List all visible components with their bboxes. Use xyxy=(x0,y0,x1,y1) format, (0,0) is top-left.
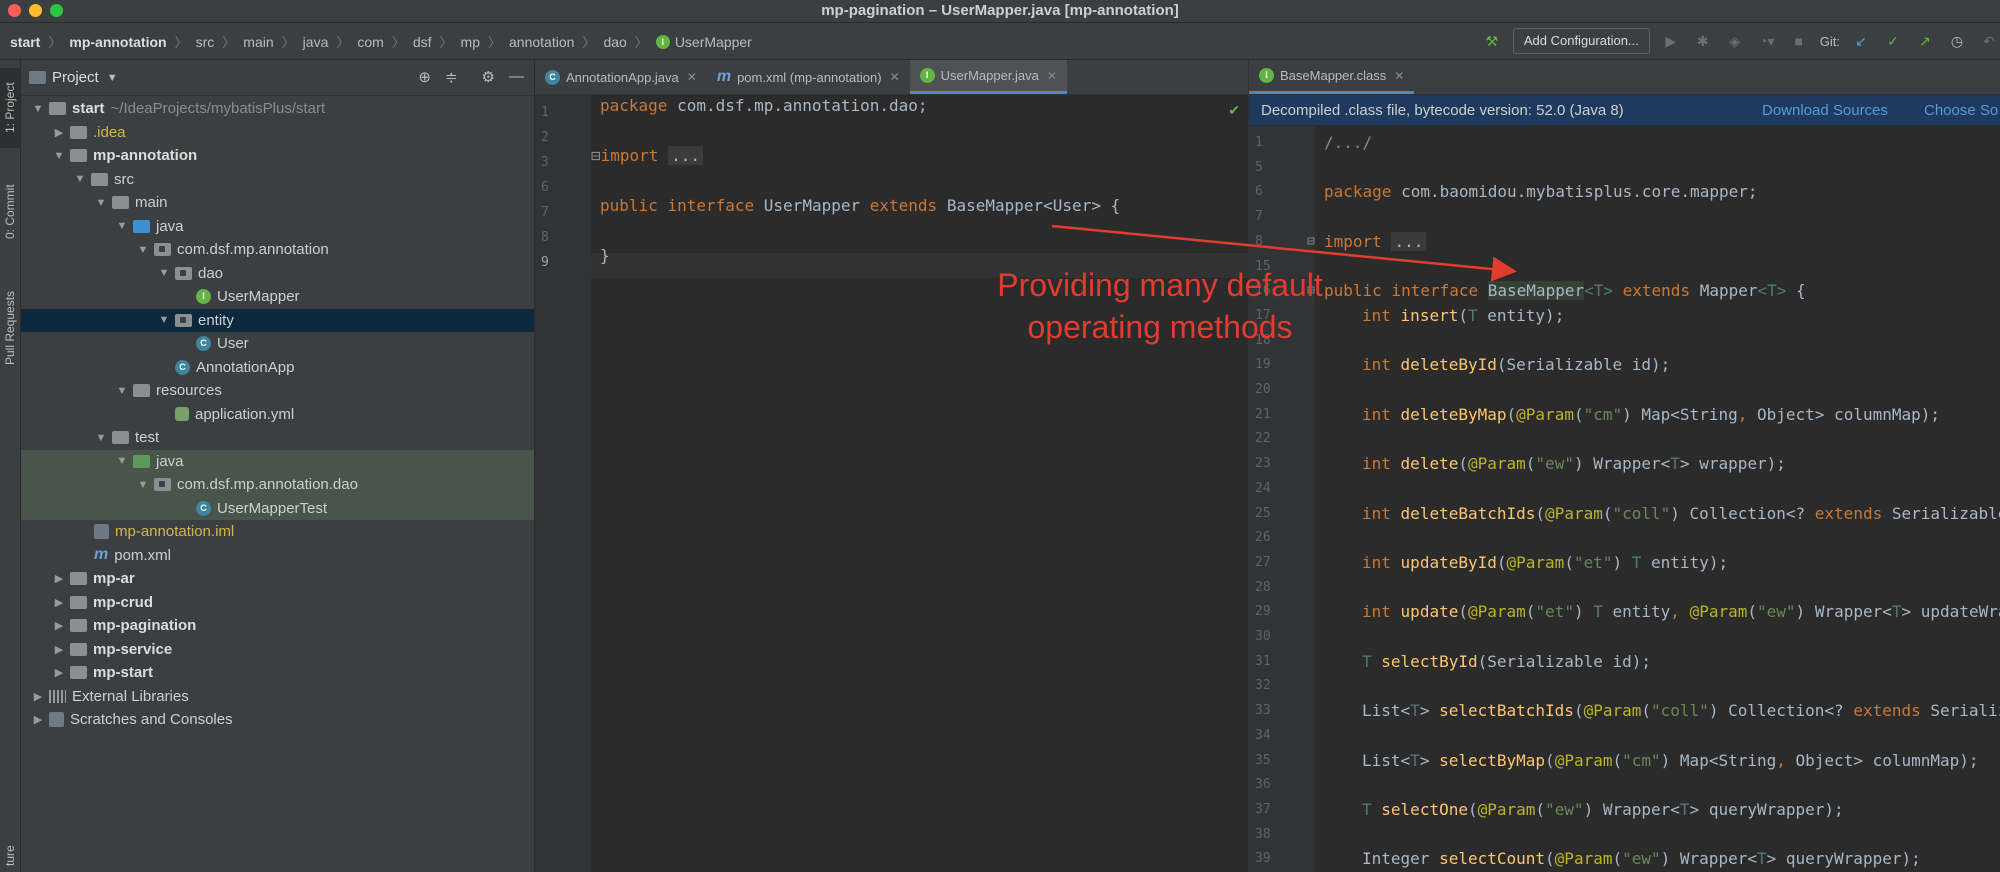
annotation-line-1: Providing many default xyxy=(997,267,1323,303)
annotation-text: Providing many default operating methods xyxy=(950,264,1370,348)
annotation-arrow xyxy=(1051,224,1517,282)
annotation-line-2: operating methods xyxy=(1027,309,1293,345)
